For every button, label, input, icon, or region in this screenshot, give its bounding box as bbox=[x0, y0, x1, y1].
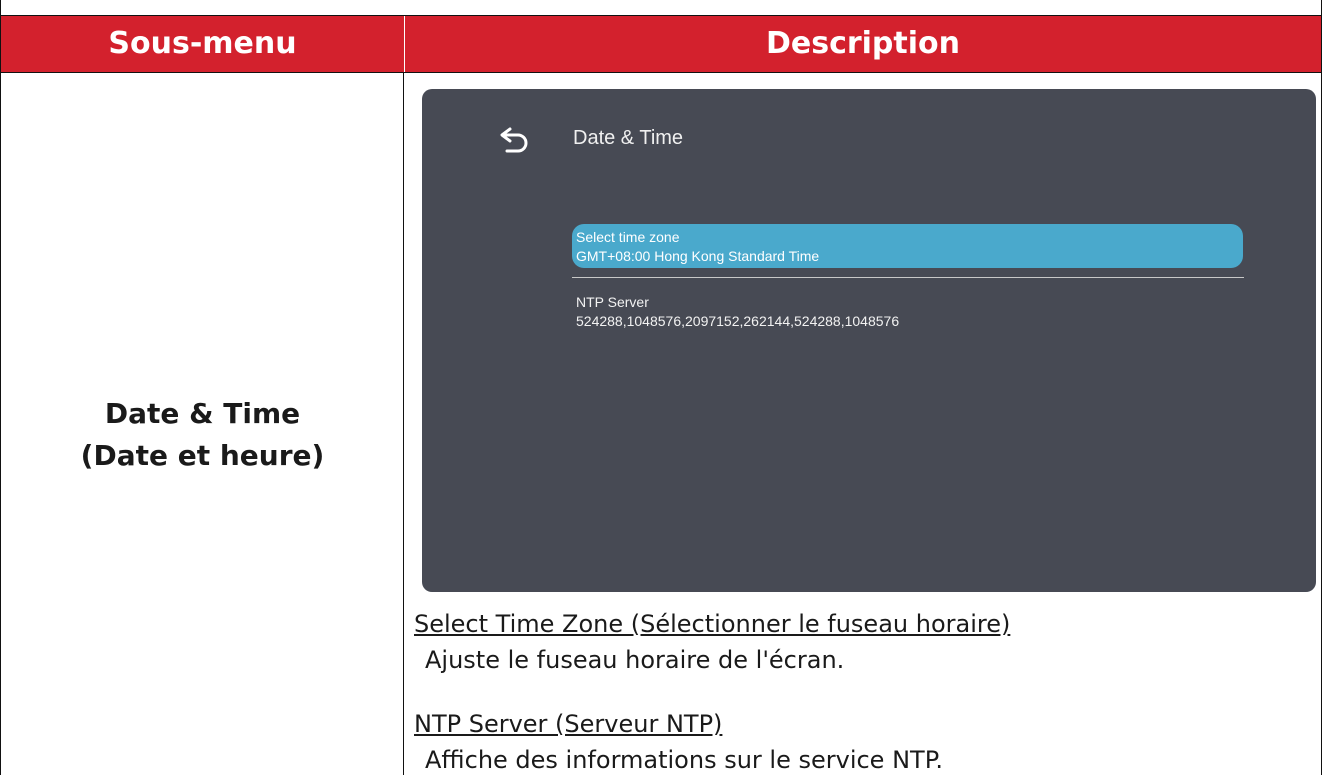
description-heading: NTP Server (Serveur NTP) bbox=[414, 710, 723, 738]
description-ntp-server: NTP Server (Serveur NTP) Affiche des inf… bbox=[414, 710, 943, 774]
submenu-label-line2: (Date et heure) bbox=[80, 439, 325, 472]
ntp-server-label: NTP Server bbox=[576, 294, 649, 310]
submenu-table: Sous-menu Description Date & Time (Date … bbox=[0, 0, 1322, 775]
submenu-label-line1: Date & Time bbox=[104, 397, 301, 430]
header-description: Description bbox=[765, 26, 961, 61]
date-time-screenshot: Date & Time Select time zone GMT+08:00 H… bbox=[422, 89, 1316, 592]
ntp-server-item[interactable]: NTP Server 524288,1048576,2097152,262144… bbox=[576, 293, 1236, 331]
ntp-server-value: 524288,1048576,2097152,262144,524288,104… bbox=[576, 313, 900, 329]
divider bbox=[572, 277, 1244, 278]
description-text: Affiche des informations sur le service … bbox=[425, 746, 944, 774]
description-heading: Select Time Zone (Sélectionner le fuseau… bbox=[414, 610, 1011, 638]
header-submenu: Sous-menu bbox=[1, 16, 405, 72]
submenu-label: Date & Time (Date et heure) bbox=[1, 393, 404, 477]
submenu-cell: Date & Time (Date et heure) bbox=[1, 73, 404, 775]
time-zone-label: Select time zone bbox=[576, 229, 680, 245]
screen-title: Date & Time bbox=[573, 127, 684, 149]
description-text: Ajuste le fuseau horaire de l'écran. bbox=[425, 646, 845, 674]
select-time-zone-item[interactable]: Select time zone GMT+08:00 Hong Kong Sta… bbox=[572, 224, 1243, 268]
table-header-row: Sous-menu Description bbox=[1, 15, 1321, 73]
time-zone-value: GMT+08:00 Hong Kong Standard Time bbox=[576, 248, 820, 264]
description-select-time-zone: Select Time Zone (Sélectionner le fuseau… bbox=[414, 610, 1010, 674]
back-arrow-icon[interactable] bbox=[498, 123, 538, 157]
